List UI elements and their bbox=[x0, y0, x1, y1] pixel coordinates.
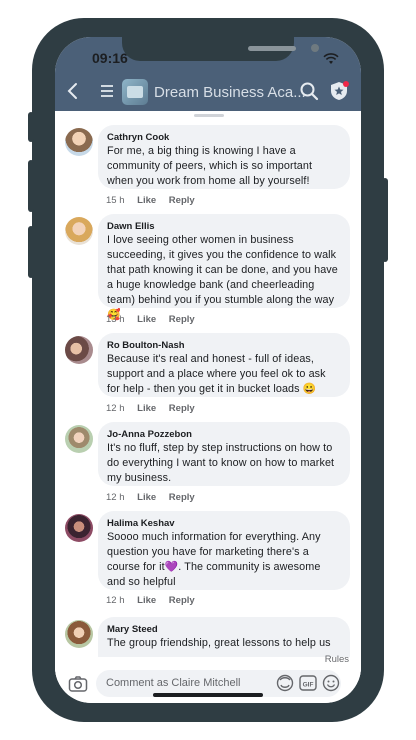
comment-bubble: Dawn Ellis I love seeing other women in … bbox=[98, 214, 350, 321]
phone-screen: 09:16 Dream Business Aca... Cathryn Cook… bbox=[55, 37, 361, 703]
comment-bubble: Cathryn Cook For me, a big thing is know… bbox=[98, 125, 350, 189]
mute-switch bbox=[28, 112, 34, 142]
reply-button[interactable]: Reply bbox=[169, 195, 195, 206]
comment-text: It's no fluff, step by step instructions… bbox=[107, 442, 335, 484]
status-icons bbox=[323, 50, 339, 65]
camera-icon[interactable] bbox=[68, 675, 88, 693]
comment-text: For me, a big thing is knowing I have a … bbox=[107, 145, 313, 187]
emoji-icon[interactable] bbox=[322, 674, 340, 692]
comment-bubble: Halima Keshav Soooo much information for… bbox=[98, 511, 350, 590]
comments-feed[interactable]: Cathryn Cook For me, a big thing is know… bbox=[55, 111, 361, 681]
back-arrow-icon[interactable] bbox=[66, 81, 80, 105]
status-time: 09:16 bbox=[92, 50, 128, 66]
comment-actions: 13 h Like Reply bbox=[106, 314, 205, 325]
avatar[interactable] bbox=[65, 128, 93, 156]
comment-placeholder: Comment as Claire Mitchell bbox=[106, 677, 241, 689]
volume-up-button bbox=[28, 160, 34, 212]
comment-bubble: Mary Steed The group friendship, great l… bbox=[98, 617, 350, 657]
comment-time: 12 h bbox=[106, 403, 125, 414]
comment-text: Because it's real and honest - full of i… bbox=[107, 353, 326, 395]
rules-link[interactable]: Rules bbox=[325, 654, 349, 665]
comment-author[interactable]: Cathryn Cook bbox=[107, 131, 341, 144]
group-name[interactable]: Dream Business Aca... bbox=[154, 84, 306, 101]
reply-button[interactable]: Reply bbox=[169, 403, 195, 414]
reply-button[interactable]: Reply bbox=[169, 595, 195, 606]
avatar[interactable] bbox=[65, 620, 93, 648]
comment-time: 13 h bbox=[106, 314, 125, 325]
speaker-grille bbox=[248, 46, 296, 51]
comment-time: 12 h bbox=[106, 595, 125, 606]
like-button[interactable]: Like bbox=[137, 595, 156, 606]
comment-actions: 12 h Like Reply bbox=[106, 492, 205, 503]
comment-author[interactable]: Halima Keshav bbox=[107, 517, 341, 530]
comment-text: The group friendship, great lessons to h… bbox=[107, 637, 331, 649]
reply-button[interactable]: Reply bbox=[169, 314, 195, 325]
home-indicator[interactable] bbox=[153, 693, 263, 697]
comment-bubble: Ro Boulton-Nash Because it's real and ho… bbox=[98, 333, 350, 397]
avatar[interactable] bbox=[65, 514, 93, 542]
reply-button[interactable]: Reply bbox=[169, 492, 195, 503]
camera-notch bbox=[122, 37, 319, 61]
comment-time: 12 h bbox=[106, 492, 125, 503]
volume-down-button bbox=[28, 226, 34, 278]
avatar[interactable] bbox=[65, 425, 93, 453]
comment-text: Soooo much information for everything. A… bbox=[107, 531, 321, 588]
admin-shield-icon[interactable] bbox=[328, 80, 350, 102]
comment-actions: 15 h Like Reply bbox=[106, 195, 205, 206]
wifi-icon bbox=[323, 52, 339, 64]
comment-author[interactable]: Jo-Anna Pozzebon bbox=[107, 428, 341, 441]
power-button bbox=[382, 178, 388, 262]
comment-bubble: Jo-Anna Pozzebon It's no fluff, step by … bbox=[98, 422, 350, 486]
comment-actions: 12 h Like Reply bbox=[106, 595, 205, 606]
avatar[interactable] bbox=[65, 217, 93, 245]
avatar[interactable] bbox=[65, 336, 93, 364]
like-button[interactable]: Like bbox=[137, 492, 156, 503]
comment-actions: 12 h Like Reply bbox=[106, 403, 205, 414]
comment-author[interactable]: Dawn Ellis bbox=[107, 220, 341, 233]
front-camera bbox=[311, 44, 319, 52]
drag-handle[interactable] bbox=[194, 114, 224, 117]
app-header: 09:16 Dream Business Aca... bbox=[55, 37, 361, 111]
group-nav-bar: Dream Business Aca... bbox=[55, 77, 361, 111]
comment-text: I love seeing other women in business su… bbox=[107, 234, 338, 321]
gif-icon[interactable]: GIF bbox=[299, 674, 317, 692]
like-button[interactable]: Like bbox=[137, 403, 156, 414]
comment-author[interactable]: Mary Steed bbox=[107, 623, 341, 636]
group-thumbnail[interactable] bbox=[122, 79, 148, 105]
like-button[interactable]: Like bbox=[137, 195, 156, 206]
avatar-sticker-icon[interactable] bbox=[276, 674, 294, 692]
comment-composer: Comment as Claire Mitchell GIF bbox=[55, 667, 361, 703]
svg-text:GIF: GIF bbox=[303, 682, 314, 689]
hamburger-menu-icon[interactable] bbox=[100, 81, 114, 106]
search-icon[interactable] bbox=[298, 80, 320, 102]
comment-time: 15 h bbox=[106, 195, 125, 206]
comment-author[interactable]: Ro Boulton-Nash bbox=[107, 339, 341, 352]
like-button[interactable]: Like bbox=[137, 314, 156, 325]
